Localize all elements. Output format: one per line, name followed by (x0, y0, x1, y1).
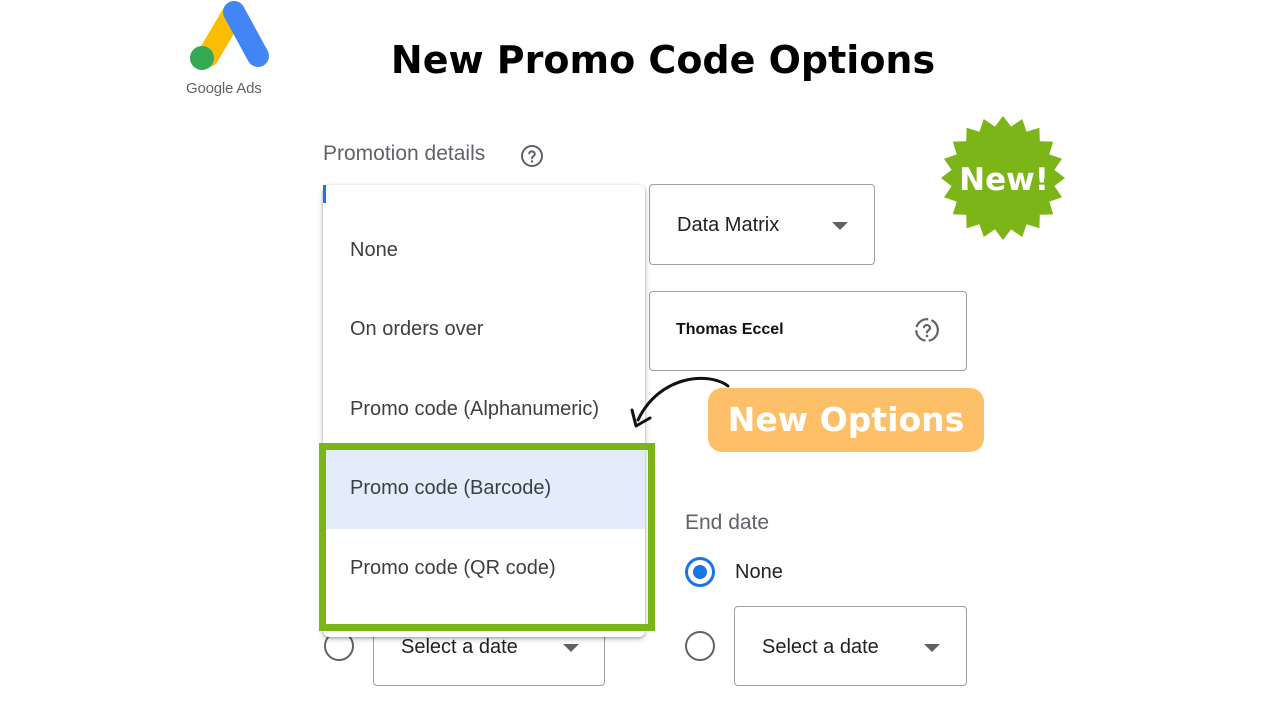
help-icon[interactable] (520, 144, 544, 168)
new-options-badge: New Options (708, 388, 984, 452)
dropdown-option-none[interactable]: None (323, 211, 645, 291)
promo-name-field[interactable]: Thomas Eccel (649, 291, 967, 371)
start-date-select-placeholder: Select a date (401, 636, 518, 658)
end-date-none-radio[interactable] (685, 557, 715, 587)
help-icon[interactable] (914, 317, 940, 343)
page-headline: New Promo Code Options (390, 38, 936, 82)
option-label: Promo code (Alphanumeric) (350, 398, 599, 420)
new-options-text: New Options (727, 400, 965, 439)
chevron-down-icon (563, 644, 579, 652)
new-badge-text: New! (959, 162, 1049, 198)
promotion-details-label: Promotion details (323, 142, 486, 165)
dropdown-option-orders-over[interactable]: On orders over (323, 290, 645, 370)
chevron-down-icon (924, 644, 940, 652)
logo-text: Google Ads (186, 80, 262, 97)
end-date-custom-radio[interactable] (685, 631, 715, 661)
new-starburst-badge: New! (941, 116, 1065, 240)
end-date-select[interactable]: Select a date (734, 606, 967, 686)
end-date-label: End date (685, 511, 770, 534)
option-label: None (350, 239, 398, 261)
barcode-format-select[interactable]: Data Matrix (649, 184, 875, 265)
end-date-select-placeholder: Select a date (762, 636, 879, 658)
chevron-down-icon (832, 222, 848, 230)
new-options-highlight (319, 443, 655, 631)
format-select-value: Data Matrix (677, 214, 780, 236)
dropdown-option-alphanumeric[interactable]: Promo code (Alphanumeric) (323, 370, 645, 450)
name-field-value: Thomas Eccel (676, 321, 784, 338)
focus-indicator (323, 185, 326, 203)
end-date-none-label: None (735, 561, 783, 583)
option-label: On orders over (350, 318, 484, 340)
